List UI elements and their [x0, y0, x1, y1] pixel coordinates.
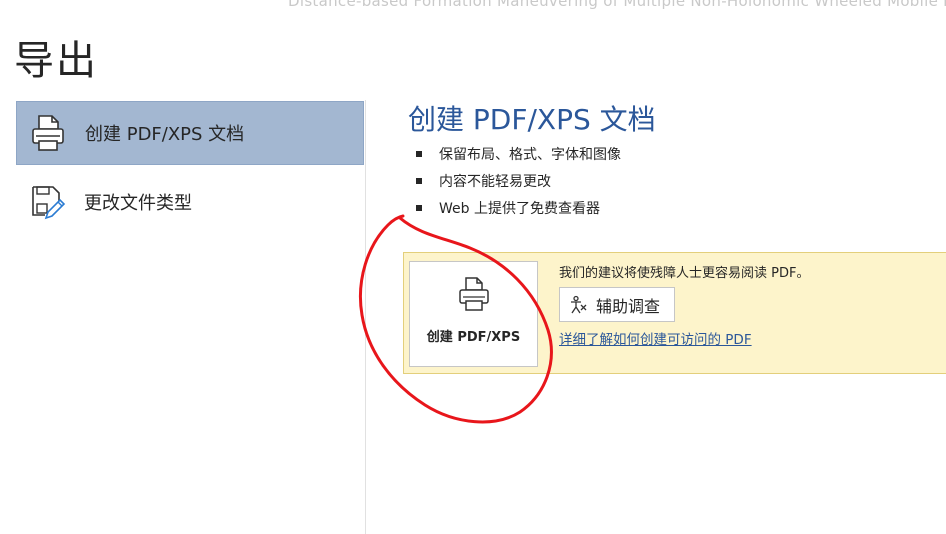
- bullet-icon: [416, 177, 422, 184]
- accessibility-check-button[interactable]: 辅助调查: [559, 287, 675, 322]
- accessibility-message: 我们的建议将使残障人士更容易阅读 PDF。: [559, 266, 810, 281]
- create-pdf-xps-button-label: 创建 PDF/XPS: [426, 330, 521, 345]
- feature-list: 保留布局、格式、字体和图像 内容不能轻易更改 Web 上提供了免费查看器: [416, 140, 621, 221]
- list-item: Web 上提供了免费查看器: [416, 194, 621, 221]
- list-item: 保留布局、格式、字体和图像: [416, 140, 621, 167]
- accessibility-check-label: 辅助调查: [596, 296, 661, 316]
- printer-icon: [23, 113, 73, 153]
- accessibility-icon: [568, 295, 588, 315]
- bullet-icon: [416, 150, 422, 157]
- section-title: 创建 PDF/XPS 文档: [408, 103, 656, 136]
- create-pdf-xps-button[interactable]: 创建 PDF/XPS: [409, 261, 538, 367]
- sidebar-item-label: 创建 PDF/XPS 文档: [85, 124, 245, 145]
- sidebar-divider: [365, 100, 366, 534]
- page-title: 导出: [14, 38, 98, 84]
- sidebar-item-label: 更改文件类型: [84, 193, 192, 214]
- document-title: Distance-based Formation Maneuvering of …: [288, 0, 946, 10]
- accessible-pdf-learn-more-link[interactable]: 详细了解如何创建可访问的 PDF: [559, 328, 752, 348]
- bullet-icon: [416, 204, 422, 211]
- sidebar-item-create-pdf-xps[interactable]: 创建 PDF/XPS 文档: [16, 101, 364, 165]
- printer-icon: [456, 276, 492, 318]
- change-file-type-icon: [22, 182, 72, 222]
- sidebar-item-change-file-type[interactable]: 更改文件类型: [16, 170, 364, 234]
- list-item: 内容不能轻易更改: [416, 167, 621, 194]
